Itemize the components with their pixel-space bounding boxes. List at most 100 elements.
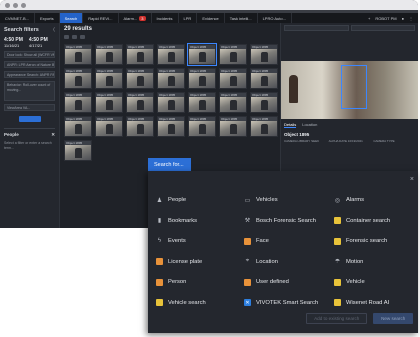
result-thumbnail[interactable]: Object 1895 bbox=[64, 140, 92, 161]
result-thumbnail[interactable]: Object 1895 bbox=[126, 44, 154, 65]
result-thumbnail[interactable]: Object 1895 bbox=[250, 44, 278, 65]
tab-location[interactable]: Location bbox=[302, 122, 317, 128]
result-thumbnail[interactable]: Object 1895 bbox=[250, 116, 278, 137]
search-option-location[interactable]: ⌖ Location bbox=[244, 252, 334, 273]
tab-exports[interactable]: Exports bbox=[35, 13, 60, 23]
search-option-vivotek-smart-search[interactable]: ✕ VIVOTEK Smart Search bbox=[244, 293, 334, 314]
person-silhouette bbox=[289, 75, 298, 103]
filter-field[interactable]: Appearance Search: ANPR PALM 10 bbox=[4, 71, 55, 78]
result-thumbnail[interactable]: Object 1895 bbox=[157, 92, 185, 113]
tab-cvmnet[interactable]: CVMNET-B... bbox=[0, 13, 36, 23]
detail-select[interactable] bbox=[350, 25, 415, 31]
tab-details[interactable]: Details bbox=[284, 122, 297, 128]
search-for-tab[interactable]: Search for... bbox=[148, 158, 191, 172]
search-option-vehicles[interactable]: ▭ Vehicles bbox=[244, 190, 334, 211]
filter-field[interactable]: ANPR: LPR Aeron of Nature B... bbox=[4, 61, 55, 68]
search-option-vehicle-search[interactable]: Vehicle search bbox=[156, 293, 244, 314]
result-thumbnail[interactable]: Object 1895 bbox=[250, 68, 278, 89]
new-search-button[interactable]: New search bbox=[373, 313, 413, 324]
search-option-motion[interactable]: ☂ Motion bbox=[334, 252, 412, 273]
tab-search[interactable]: Search bbox=[59, 13, 84, 23]
alarm-icon: ◎ bbox=[334, 197, 341, 204]
result-thumbnail[interactable]: Object 1895 bbox=[157, 44, 185, 65]
search-option-person[interactable]: Person bbox=[156, 272, 244, 293]
search-option-people[interactable]: ♟ People bbox=[156, 190, 244, 211]
video-preview[interactable] bbox=[281, 61, 418, 119]
object-metadata: CAMERA LIBRARY SEEK ALPHA DATE 10/19/202… bbox=[281, 139, 418, 143]
result-thumbnail[interactable]: Object 1895 bbox=[95, 92, 123, 113]
search-option-wisenet-road-ai[interactable]: Wisenet Road AI bbox=[334, 293, 412, 314]
result-thumbnail[interactable]: Object 1895 bbox=[95, 116, 123, 137]
result-thumbnail[interactable]: Object 1895 bbox=[250, 92, 278, 113]
filter-field[interactable]: Door lock: Show all (WCFR VMS, D... bbox=[4, 51, 55, 58]
time-from[interactable]: 4:50 PM 11/16/21 bbox=[4, 37, 23, 48]
search-option-label: Vehicle bbox=[346, 279, 365, 286]
forensic-icon bbox=[334, 237, 341, 245]
add-to-existing-search-button[interactable]: Add to existing search bbox=[306, 313, 368, 324]
list-view-icon[interactable] bbox=[80, 35, 85, 39]
search-option-user-defined[interactable]: User defined bbox=[244, 272, 334, 293]
search-option-face[interactable]: Face bbox=[244, 231, 334, 252]
tab-lpro-auto[interactable]: LPRO Auto... bbox=[258, 13, 292, 23]
minimize-window-dot-icon[interactable] bbox=[13, 2, 18, 8]
vehicle-search-icon bbox=[334, 278, 341, 286]
search-option-events[interactable]: ϟ Events bbox=[156, 231, 244, 252]
car-icon: ▭ bbox=[244, 197, 251, 204]
result-thumbnail[interactable]: Object 1895 bbox=[64, 116, 92, 137]
results-grid: Object 1895 Object 1895 Object 1895 Object … bbox=[62, 41, 278, 164]
search-option-label: Events bbox=[168, 238, 186, 245]
search-option-alarms[interactable]: ◎ Alarms bbox=[334, 190, 412, 211]
tab-task-intelligence[interactable]: Task intelli... bbox=[225, 13, 258, 23]
remove-filter-icon[interactable]: ✕ bbox=[51, 132, 55, 138]
user-icon[interactable]: ● bbox=[402, 16, 404, 21]
topbar-user[interactable]: ROBOT PM bbox=[375, 16, 396, 21]
thumbnail-image bbox=[65, 145, 91, 160]
close-icon[interactable]: × bbox=[410, 176, 414, 183]
time-to[interactable]: 4:50 PM 4/17/21 bbox=[29, 37, 48, 48]
detail-select[interactable] bbox=[284, 25, 349, 31]
apply-filter-button[interactable] bbox=[18, 116, 41, 122]
sort-icon[interactable] bbox=[64, 35, 69, 39]
filter-field[interactable]: Behavior: Roll-over count of moving... bbox=[4, 81, 55, 101]
search-option-license-plate[interactable]: License plate bbox=[156, 252, 244, 273]
more-icon[interactable]: ⋮ bbox=[409, 16, 413, 21]
vehicle-search-plugin-icon bbox=[156, 299, 163, 307]
search-option-container-search[interactable]: Container search bbox=[334, 211, 412, 232]
result-thumbnail[interactable]: Object 1895 bbox=[219, 92, 247, 113]
result-thumbnail[interactable]: Object 1895 bbox=[157, 68, 185, 89]
tab-lpr[interactable]: LPR bbox=[179, 13, 198, 23]
zoom-window-dot-icon[interactable] bbox=[21, 2, 26, 8]
close-window-dot-icon[interactable] bbox=[5, 2, 10, 8]
search-filters-header: Search filters ⟨ bbox=[4, 27, 55, 33]
result-thumbnail[interactable]: Object 1895 bbox=[219, 68, 247, 89]
tab-evidence[interactable]: Evidence bbox=[197, 13, 225, 23]
result-thumbnail[interactable]: Object 1895 bbox=[95, 68, 123, 89]
filter-field[interactable]: ViewArea VA... bbox=[4, 104, 55, 111]
result-thumbnail[interactable]: Object 1895 bbox=[64, 68, 92, 89]
add-tab-icon[interactable]: + bbox=[368, 16, 370, 21]
object-title: Object 1895 bbox=[284, 132, 310, 137]
result-thumbnail[interactable]: Object 1895 bbox=[64, 92, 92, 113]
result-thumbnail[interactable]: Object 1895 bbox=[126, 92, 154, 113]
collapse-filters-icon[interactable]: ⟨ bbox=[53, 27, 55, 33]
people-filter-card: People ✕ Select a filter or enter a searc… bbox=[4, 128, 55, 150]
result-thumbnail[interactable]: Object 1895 bbox=[188, 116, 216, 137]
tab-incidents[interactable]: Incidents bbox=[152, 13, 179, 23]
search-option-forensic-search[interactable]: Forensic search bbox=[334, 231, 412, 252]
result-thumbnail[interactable]: Object 1895 bbox=[187, 43, 217, 66]
search-option-bosch-forensic-search[interactable]: ⚒ Bosch Forensic Search bbox=[244, 211, 334, 232]
search-option-bookmarks[interactable]: ▮ Bookmarks bbox=[156, 211, 244, 232]
result-thumbnail[interactable]: Object 1895 bbox=[126, 116, 154, 137]
result-thumbnail[interactable]: Object 1895 bbox=[188, 92, 216, 113]
tab-rapid-review[interactable]: Rapid REVI... bbox=[83, 13, 119, 23]
result-thumbnail[interactable]: Object 1895 bbox=[95, 44, 123, 65]
search-option-vehicle[interactable]: Vehicle bbox=[334, 272, 412, 293]
result-thumbnail[interactable]: Object 1895 bbox=[126, 68, 154, 89]
result-thumbnail[interactable]: Object 1895 bbox=[188, 68, 216, 89]
result-thumbnail[interactable]: Object 1895 bbox=[219, 116, 247, 137]
grid-view-icon[interactable] bbox=[72, 35, 77, 39]
tab-alarms[interactable]: Alarm... 3 bbox=[119, 13, 152, 23]
result-thumbnail[interactable]: Object 1895 bbox=[157, 116, 185, 137]
result-thumbnail[interactable]: Object 1895 bbox=[64, 44, 92, 65]
result-thumbnail[interactable]: Object 1895 bbox=[219, 44, 247, 65]
